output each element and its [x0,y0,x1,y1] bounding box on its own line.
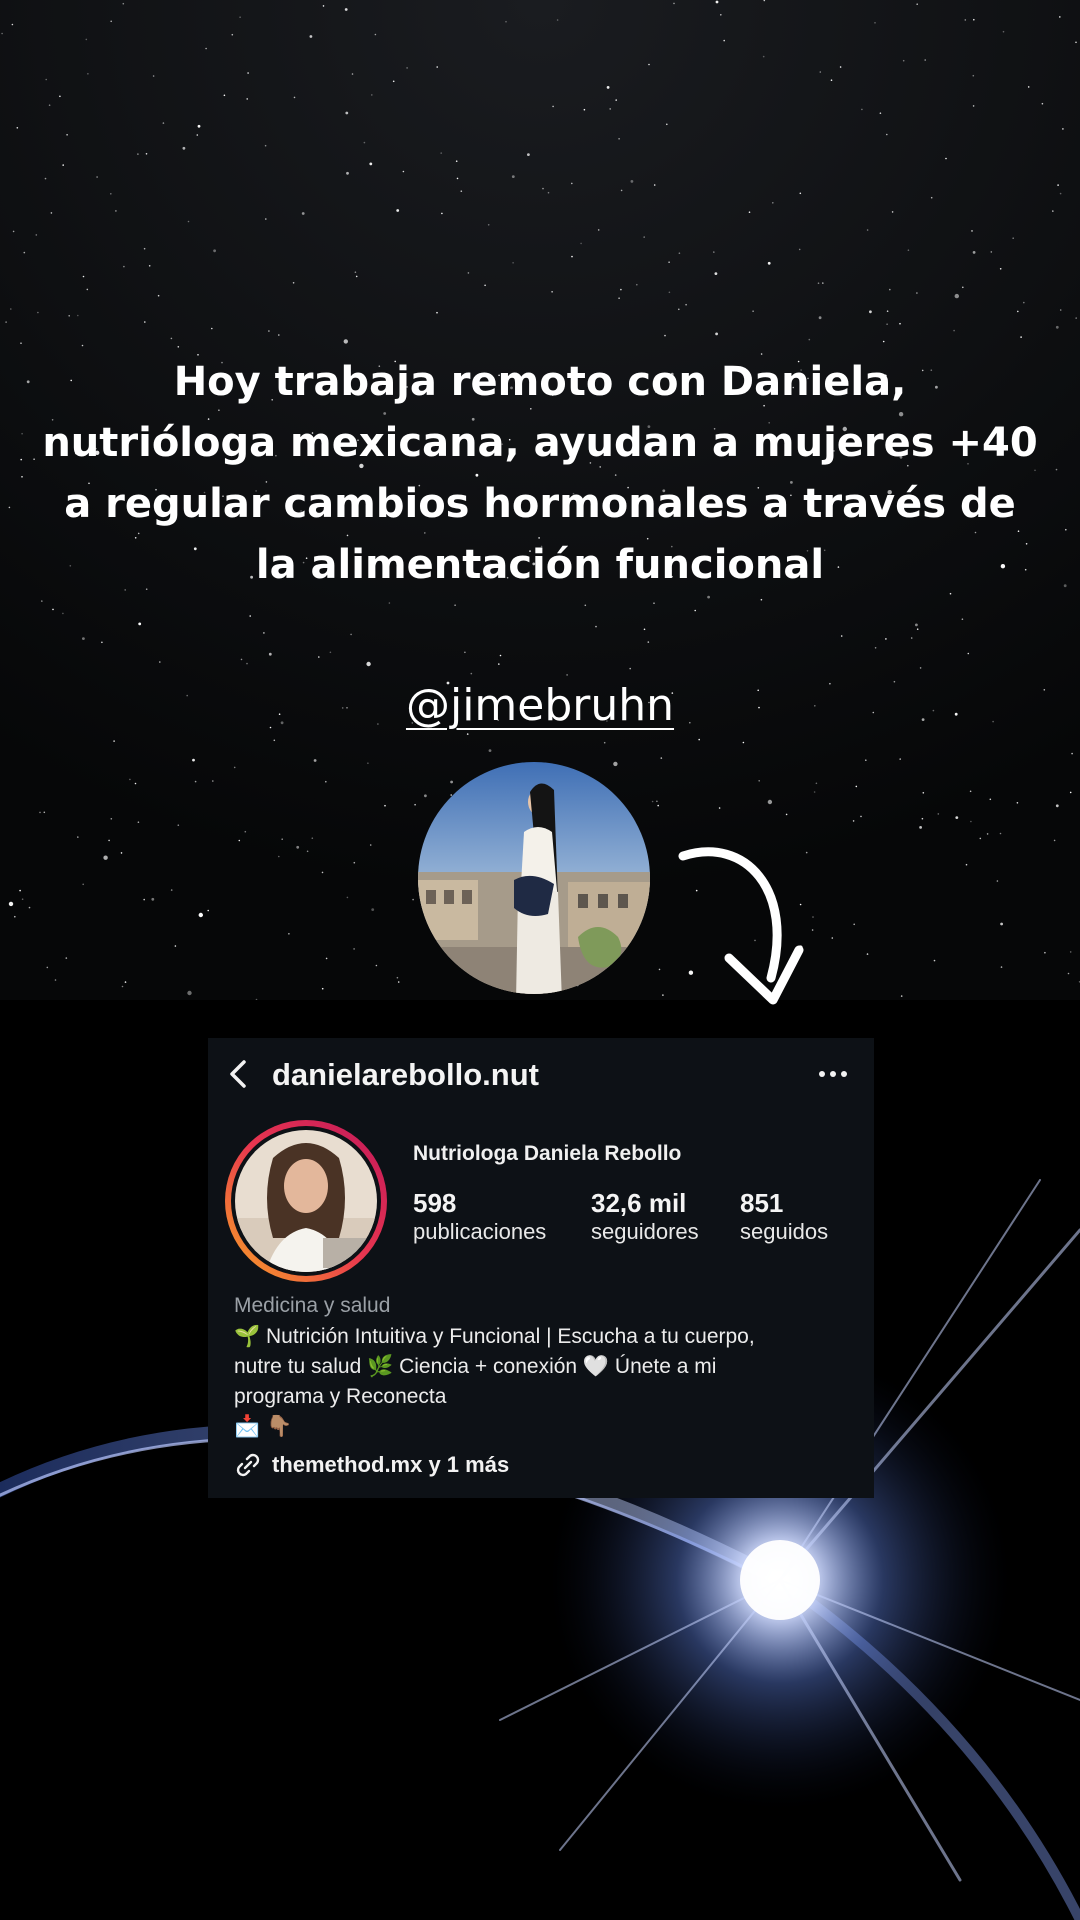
mention-handle-link[interactable]: @jimebruhn [0,680,1080,731]
stat-value: 598 [413,1188,457,1218]
instagram-profile-card: danielarebollo.nut Nutriologa Daniela Re… [208,1038,874,1498]
story-canvas: Hoy trabaja remoto con Daniela, nutriólo… [0,0,1080,1920]
profile-username: danielarebollo.nut [272,1057,539,1092]
stat-label: seguidores [591,1219,699,1244]
bio-line: 📩 👇🏽 [234,1415,293,1438]
stat-label: publicaciones [413,1219,547,1244]
headline-line: la alimentación funcional [255,542,825,588]
bio-line: nutre tu salud 🌿 Ciencia + conexión 🤍 Ún… [234,1355,717,1378]
stat-following[interactable]: 851 seguidos [740,1188,828,1246]
headline-line: nutrióloga mexicana, ayudan a mujeres +4… [42,420,1038,466]
headline-line: Hoy trabaja remoto con Daniela, [173,359,907,405]
headline: Hoy trabaja remoto con Daniela, nutriólo… [40,352,1040,596]
more-options-icon[interactable] [818,1064,848,1084]
headline-line: a regular cambios hormonales a través de [64,481,1016,527]
profile-full-name: Nutriologa Daniela Rebollo [413,1142,682,1165]
profile-bio: 🌱 Nutrición Intuitiva y Funcional | Escu… [234,1322,854,1442]
stat-followers[interactable]: 32,6 mil seguidores [591,1188,699,1246]
profile-link[interactable]: themethod.mx y 1 más [234,1450,509,1480]
bio-line: programa y Reconecta [234,1385,447,1408]
photo-illustration [418,762,650,994]
avatar-story-ring [225,1120,387,1282]
link-icon [236,1453,260,1477]
curved-arrow-icon [678,847,804,1005]
stat-posts[interactable]: 598 publicaciones [413,1188,546,1246]
bio-line: 🌱 Nutrición Intuitiva y Funcional | Escu… [234,1325,755,1348]
stat-value: 851 [740,1188,784,1218]
stat-label: seguidos [740,1219,829,1244]
chevron-left-icon[interactable] [222,1056,258,1092]
profile-photo-circle [418,762,650,994]
profile-link-text[interactable]: themethod.mx y 1 más [272,1452,509,1478]
stat-value: 32,6 mil [591,1188,687,1218]
profile-category: Medicina y salud [234,1294,391,1317]
avatar[interactable] [223,1118,389,1284]
